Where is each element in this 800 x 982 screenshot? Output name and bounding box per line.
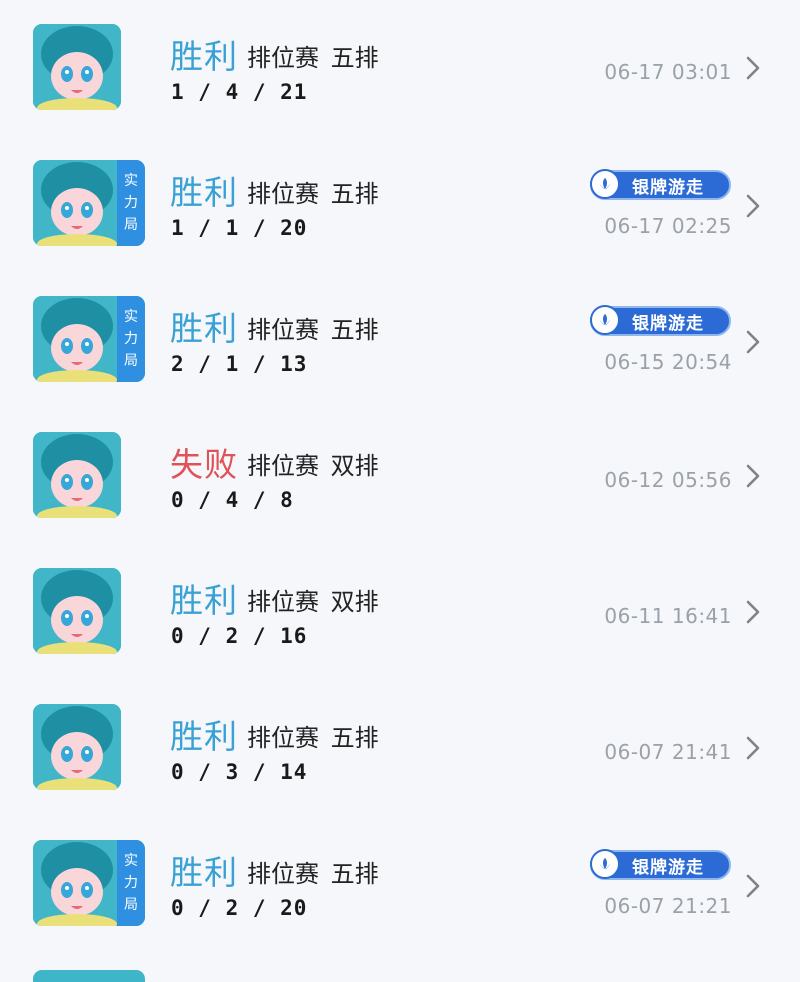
hero-portrait-icon [33,296,121,382]
match-kda: 0 / 2 / 16 [171,624,308,648]
match-result: 胜利 [170,173,238,212]
hero-avatar [33,704,121,790]
chevron-right-icon [746,56,760,80]
hero-avatar [33,24,121,110]
support-role-icon [590,169,620,199]
match-kda: 0 / 2 / 20 [171,896,308,920]
match-mode: 排位赛 五排 [247,316,379,344]
hero-avatar [33,568,121,654]
match-row[interactable]: 胜利 排位赛 五排 1 / 4 / 21 06-17 03:01 [0,0,800,136]
hero-portrait-icon [33,432,121,518]
hero-portrait-icon [33,704,121,790]
rank-badge-char: 局 [124,217,138,233]
rank-badge-char: 实 [124,309,138,325]
match-time: 06-07 21:41 [604,740,732,764]
role-tag-label: 银牌游走 [632,177,704,198]
rank-badge-strip: 实 力 局 [117,840,145,926]
hero-avatar: 实 力 局 [33,296,145,382]
match-row[interactable]: 失败 排位赛 双排 0 / 4 / 8 06-12 05:56 [0,408,800,544]
role-tag: 银牌游走 [590,849,731,880]
match-row[interactable]: 实 力 局 胜利 排位赛 五排 0 / 2 / 20 银牌游走 06-07 21… [0,816,800,952]
hero-portrait-icon [33,840,121,926]
rank-badge-char: 实 [124,173,138,189]
match-row[interactable]: 实 力 局 胜利 排位赛 五排 1 / 1 / 20 银牌游走 06-17 02… [0,136,800,272]
match-row[interactable]: 胜利 排位赛 双排 0 / 2 / 16 06-11 16:41 [0,544,800,680]
match-kda: 0 / 4 / 8 [171,488,294,512]
rank-badge-char: 力 [124,331,138,347]
match-kda: 1 / 1 / 20 [171,216,308,240]
match-result: 胜利 [170,581,238,620]
match-result: 失败 [170,445,238,484]
chevron-right-icon [746,330,760,354]
hero-portrait-icon [33,24,121,110]
support-role-icon [590,305,620,335]
match-mode: 排位赛 双排 [247,588,379,616]
match-mode: 排位赛 五排 [247,44,379,72]
match-result: 胜利 [170,309,238,348]
match-history-list: 胜利 排位赛 五排 1 / 4 / 21 06-17 03:01 实 力 局 胜… [0,0,800,982]
rank-badge-char: 力 [124,195,138,211]
role-tag: 银牌游走 [590,169,731,200]
rank-badge-strip: 实 力 局 [117,296,145,382]
match-result: 胜利 [170,717,238,756]
role-tag-label: 银牌游走 [632,857,704,878]
match-kda: 0 / 3 / 14 [171,760,308,784]
match-result: 胜利 [170,853,238,892]
match-time: 06-12 05:56 [604,468,732,492]
match-row[interactable]: 实 力 局 胜利 排位赛 五排 2 / 1 / 13 银牌游走 06-15 20… [0,272,800,408]
match-mode: 排位赛 五排 [247,180,379,208]
match-row[interactable]: 胜利 排位赛 五排 0 / 3 / 14 06-07 21:41 [0,680,800,816]
rank-badge-char: 局 [124,897,138,913]
rank-badge-char: 实 [124,853,138,869]
match-time: 06-17 02:25 [604,214,732,238]
match-time: 06-07 21:21 [604,894,732,918]
match-time: 06-17 03:01 [604,60,732,84]
role-tag: 银牌游走 [590,305,731,336]
role-tag-label: 银牌游走 [632,313,704,334]
match-kda: 2 / 1 / 13 [171,352,308,376]
match-time: 06-11 16:41 [604,604,732,628]
support-role-icon [590,849,620,879]
match-mode: 排位赛 五排 [247,860,379,888]
match-kda: 1 / 4 / 21 [171,80,308,104]
hero-avatar: 实 力 局 [33,160,145,246]
rank-badge-strip: 实 力 局 [117,160,145,246]
rank-badge-char: 力 [124,875,138,891]
hero-avatar: 实 力 局 [33,840,145,926]
chevron-right-icon [746,736,760,760]
chevron-right-icon [746,464,760,488]
hero-avatar [33,432,121,518]
rank-badge-char: 局 [124,353,138,369]
chevron-right-icon [746,194,760,218]
hero-portrait-icon [33,160,121,246]
chevron-right-icon [746,874,760,898]
match-result: 胜利 [170,37,238,76]
match-time: 06-15 20:54 [604,350,732,374]
match-mode: 排位赛 五排 [247,724,379,752]
hero-portrait-icon [33,568,121,654]
chevron-right-icon [746,600,760,624]
match-mode: 排位赛 双排 [247,452,379,480]
next-row-avatar-partial [33,970,145,982]
